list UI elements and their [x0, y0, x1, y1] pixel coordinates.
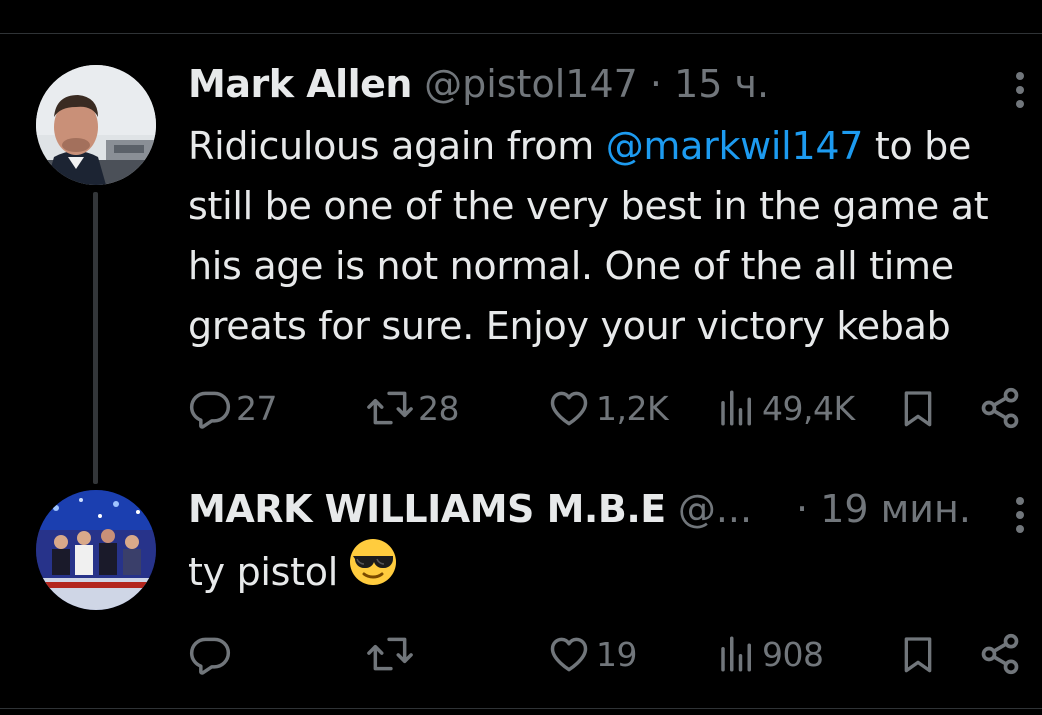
tweet-time[interactable]: 19 мин. [820, 487, 971, 531]
views-button[interactable]: 49,4K [716, 384, 855, 432]
thread-connector [93, 192, 98, 484]
avatar-photo-icon [36, 490, 156, 610]
tweet-time[interactable]: 15 ч. [674, 62, 769, 106]
views-button[interactable]: 908 [716, 630, 824, 678]
tweet-text: Ridiculous again from @markwil147 to be … [188, 116, 1038, 356]
more-options-icon[interactable] [1010, 72, 1030, 108]
reply-count: 27 [236, 388, 278, 428]
avatar-photo-icon [36, 65, 156, 185]
bookmark-button[interactable] [898, 384, 938, 432]
separator-dot: · [649, 62, 662, 106]
views-icon [721, 390, 751, 426]
retweet-button[interactable] [366, 630, 418, 678]
tweet-header: Mark Allen @pistol147 · 15 ч. [188, 60, 769, 108]
views-count: 49,4K [762, 388, 855, 428]
retweet-button[interactable]: 28 [366, 384, 460, 432]
reply-icon [189, 391, 231, 429]
share-button[interactable] [978, 630, 1022, 678]
like-count: 1,2K [596, 388, 669, 428]
heart-icon [550, 391, 588, 426]
author-name[interactable]: MARK WILLIAMS M.B.E [188, 487, 666, 531]
separator-dot: · [796, 487, 809, 531]
retweet-count: 28 [418, 388, 460, 428]
tweet-actions: 27 28 1,2K 49,4K [188, 384, 1028, 432]
tweet-time-group: · 19 мин. [796, 485, 971, 533]
sunglasses-emoji-icon [348, 537, 398, 604]
bookmark-icon [904, 391, 932, 427]
author-handle[interactable]: @pistol147 [424, 62, 638, 106]
views-count: 908 [762, 634, 824, 674]
retweet-icon [367, 637, 413, 671]
tweet-text-content: ty pistol [188, 550, 338, 594]
tweet-header: MARK WILLIAMS M.B.E @... [188, 485, 752, 533]
views-icon [721, 636, 751, 672]
avatar[interactable] [36, 490, 156, 610]
bookmark-icon [904, 637, 932, 673]
retweet-icon [367, 391, 413, 425]
like-button[interactable]: 1,2K [546, 384, 669, 432]
share-button[interactable] [978, 384, 1022, 432]
author-name[interactable]: Mark Allen [188, 62, 412, 106]
reply-button[interactable] [188, 630, 236, 678]
mention-link[interactable]: @markwil147 [606, 124, 864, 168]
tweet-text: ty pistol [188, 539, 1038, 604]
like-count: 19 [596, 634, 638, 674]
bookmark-button[interactable] [898, 630, 938, 678]
tweet-actions: 19 908 [188, 630, 1028, 678]
reply-icon [189, 637, 231, 675]
tweet-text-start: Ridiculous again from [188, 124, 606, 168]
reply-button[interactable]: 27 [188, 384, 278, 432]
like-button[interactable]: 19 [546, 630, 638, 678]
top-divider [0, 33, 1042, 34]
author-handle[interactable]: @... [678, 487, 752, 531]
more-options-icon[interactable] [1010, 497, 1030, 533]
share-icon [981, 387, 1019, 429]
avatar[interactable] [36, 65, 156, 185]
share-icon [981, 633, 1019, 675]
heart-icon [550, 637, 588, 672]
bottom-divider [0, 708, 1042, 709]
